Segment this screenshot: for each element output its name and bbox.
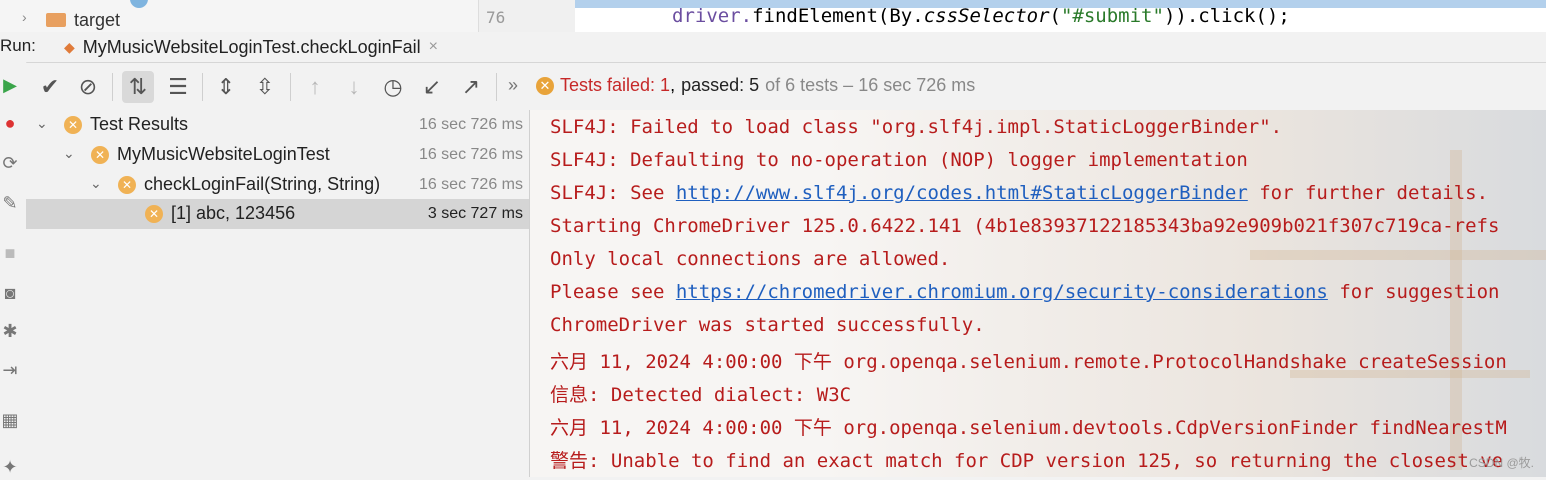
close-icon[interactable]: × <box>429 38 438 56</box>
code-token: findElement <box>752 5 878 27</box>
tree-row-time: 16 sec 726 ms <box>418 116 523 133</box>
show-ignored-icon[interactable]: ⊘ <box>72 71 104 103</box>
code-token: )).click(); <box>1163 5 1290 27</box>
collapse-all-icon[interactable]: ⇳ <box>249 71 281 103</box>
stop-icon[interactable]: ■ <box>0 240 20 266</box>
settings-icon[interactable]: ✎ <box>0 190 20 216</box>
run-tab-title: MyMusicWebsiteLoginTest.checkLoginFail <box>82 36 421 57</box>
pin-icon[interactable]: ✦ <box>0 454 20 480</box>
tree-row-test-class[interactable]: ⌄ ✕ MyMusicWebsiteLoginTest 16 sec 726 m… <box>26 140 529 170</box>
warning-icon: ✕ <box>536 76 554 95</box>
tree-row-time: 3 sec 727 ms <box>427 205 523 222</box>
run-label: Run: <box>0 36 36 55</box>
login-icon[interactable]: ⇥ <box>0 357 20 383</box>
run-tab-bar: Run: ◆ MyMusicWebsiteLoginTest.checkLogi… <box>0 32 1546 63</box>
tree-row-time: 16 sec 726 ms <box>418 146 523 163</box>
test-status: ✕ Tests failed: 1, passed: 5 of 6 tests … <box>536 75 975 96</box>
sort-duration-icon[interactable]: ☰ <box>162 71 194 103</box>
next-failed-icon[interactable]: ↓ <box>338 71 370 103</box>
console-line: ChromeDriver was started successfully. <box>550 314 985 336</box>
test-toolbar: ✔ ⊘ ⇅ ☰ ⇕ ⇳ ↑ ↓ ◷ ↙ ↗ » ✕ Tests failed: … <box>26 63 1546 111</box>
watermark: CSDN @牧. <box>1469 456 1534 470</box>
expand-all-icon[interactable]: ⇕ <box>210 71 242 103</box>
failed-icon: ✕ <box>64 116 82 134</box>
tree-row-test-method[interactable]: ⌄ ✕ checkLoginFail(String, String) 16 se… <box>26 170 529 200</box>
project-tree-strip: › target <box>0 0 478 32</box>
console-text: for suggestion <box>1327 281 1500 303</box>
tree-row-label: Test Results <box>90 114 189 134</box>
tree-row-label: MyMusicWebsiteLoginTest <box>117 144 330 164</box>
export-icon[interactable]: ↗ <box>455 71 487 103</box>
console-text: SLF4J: See <box>550 182 676 204</box>
prev-failed-icon[interactable]: ↑ <box>299 71 331 103</box>
console-line: 六月 11, 2024 4:00:00 下午 org.openqa.seleni… <box>550 351 1507 373</box>
toolbar-divider <box>290 73 291 101</box>
console-line: SLF4J: Defaulting to no-operation (NOP) … <box>550 149 1248 171</box>
code-token: "#submit" <box>1060 5 1164 27</box>
run-side-toolbar: ▶ ● ⟳ ✎ ■ ◙ ✱ ⇥ ▦ ✦ <box>0 62 27 477</box>
toolbar-divider <box>496 73 497 101</box>
rerun-icon[interactable]: ▶ <box>0 72 20 98</box>
console-text: for further details. <box>1247 182 1489 204</box>
tree-row-label: [1] abc, 123456 <box>171 203 296 223</box>
more-icon[interactable]: » <box>508 75 518 96</box>
run-config-icon: ◆ <box>64 38 75 55</box>
tree-row-time: 16 sec 726 ms <box>418 176 523 193</box>
console-line: 警告: Unable to find an exact match for CD… <box>550 450 1504 472</box>
code-line[interactable]: driver.findElement(By.cssSelector("#subm… <box>672 5 1290 27</box>
file-icon <box>130 0 148 8</box>
test-results-tree: ⌄ ✕ Test Results 16 sec 726 ms ⌄ ✕ MyMus… <box>26 110 530 477</box>
console-output[interactable]: SLF4J: Failed to load class "org.slf4j.i… <box>530 110 1546 477</box>
failed-icon: ✕ <box>118 176 136 194</box>
failed-icon: ✕ <box>145 205 163 223</box>
layout-icon[interactable]: ▦ <box>0 407 20 433</box>
tree-item-target[interactable]: target <box>74 10 120 31</box>
camera-icon[interactable]: ◙ <box>0 280 20 306</box>
chevron-down-icon[interactable]: ⌄ <box>36 115 48 132</box>
chevron-down-icon[interactable]: ⌄ <box>90 175 102 192</box>
tree-row-label: checkLoginFail(String, String) <box>144 174 381 194</box>
console-text: Please see <box>550 281 676 303</box>
status-comma: , <box>670 75 676 95</box>
toolbar-divider <box>112 73 113 101</box>
console-line: Starting ChromeDriver 125.0.6422.141 (4b… <box>550 215 1500 237</box>
chevron-down-icon[interactable]: ⌄ <box>63 145 75 162</box>
status-summary: of 6 tests – 16 sec 726 ms <box>765 75 976 95</box>
console-line: SLF4J: Failed to load class "org.slf4j.i… <box>550 116 1283 138</box>
console-line: 信息: Detected dialect: W3C <box>550 384 852 406</box>
folder-icon <box>46 13 66 27</box>
code-token: cssSelector <box>923 5 1050 27</box>
background-decoration <box>1250 250 1546 260</box>
console-link[interactable]: http://www.slf4j.org/codes.html#StaticLo… <box>676 182 1248 204</box>
console-link[interactable]: https://chromedriver.chromium.org/securi… <box>676 281 1328 303</box>
import-icon[interactable]: ↙ <box>416 71 448 103</box>
tree-row-test-case[interactable]: ✕ [1] abc, 123456 3 sec 727 ms <box>26 199 529 229</box>
show-passed-icon[interactable]: ✔ <box>34 71 66 103</box>
console-line: SLF4J: See http://www.slf4j.org/codes.ht… <box>550 182 1488 204</box>
toggle-auto-test-icon[interactable]: ⟳ <box>0 150 20 176</box>
code-token: ( <box>1049 5 1061 27</box>
console-line: 六月 11, 2024 4:00:00 下午 org.openqa.seleni… <box>550 417 1507 439</box>
rerun-failed-icon[interactable]: ● <box>0 110 20 136</box>
run-tab[interactable]: ◆ MyMusicWebsiteLoginTest.checkLoginFail… <box>56 32 446 62</box>
status-failed: Tests failed: 1 <box>560 75 671 95</box>
console-line: Only local connections are allowed. <box>550 248 951 270</box>
line-number: 76 <box>486 8 506 27</box>
editor-strip: › target 76 driver.findElement(By.cssSel… <box>0 0 1546 32</box>
status-passed: passed: 5 <box>681 75 760 95</box>
toolbar-divider <box>202 73 203 101</box>
tree-row-test-results[interactable]: ⌄ ✕ Test Results 16 sec 726 ms <box>26 110 529 140</box>
code-token: (By. <box>877 5 924 27</box>
chevron-right-icon[interactable]: › <box>22 9 27 25</box>
code-token: driver. <box>672 5 753 27</box>
console-line: Please see https://chromedriver.chromium… <box>550 281 1499 303</box>
history-icon[interactable]: ◷ <box>377 71 409 103</box>
sort-alpha-icon[interactable]: ⇅ <box>122 71 154 103</box>
failed-icon: ✕ <box>91 146 109 164</box>
gear-icon[interactable]: ✱ <box>0 318 20 344</box>
